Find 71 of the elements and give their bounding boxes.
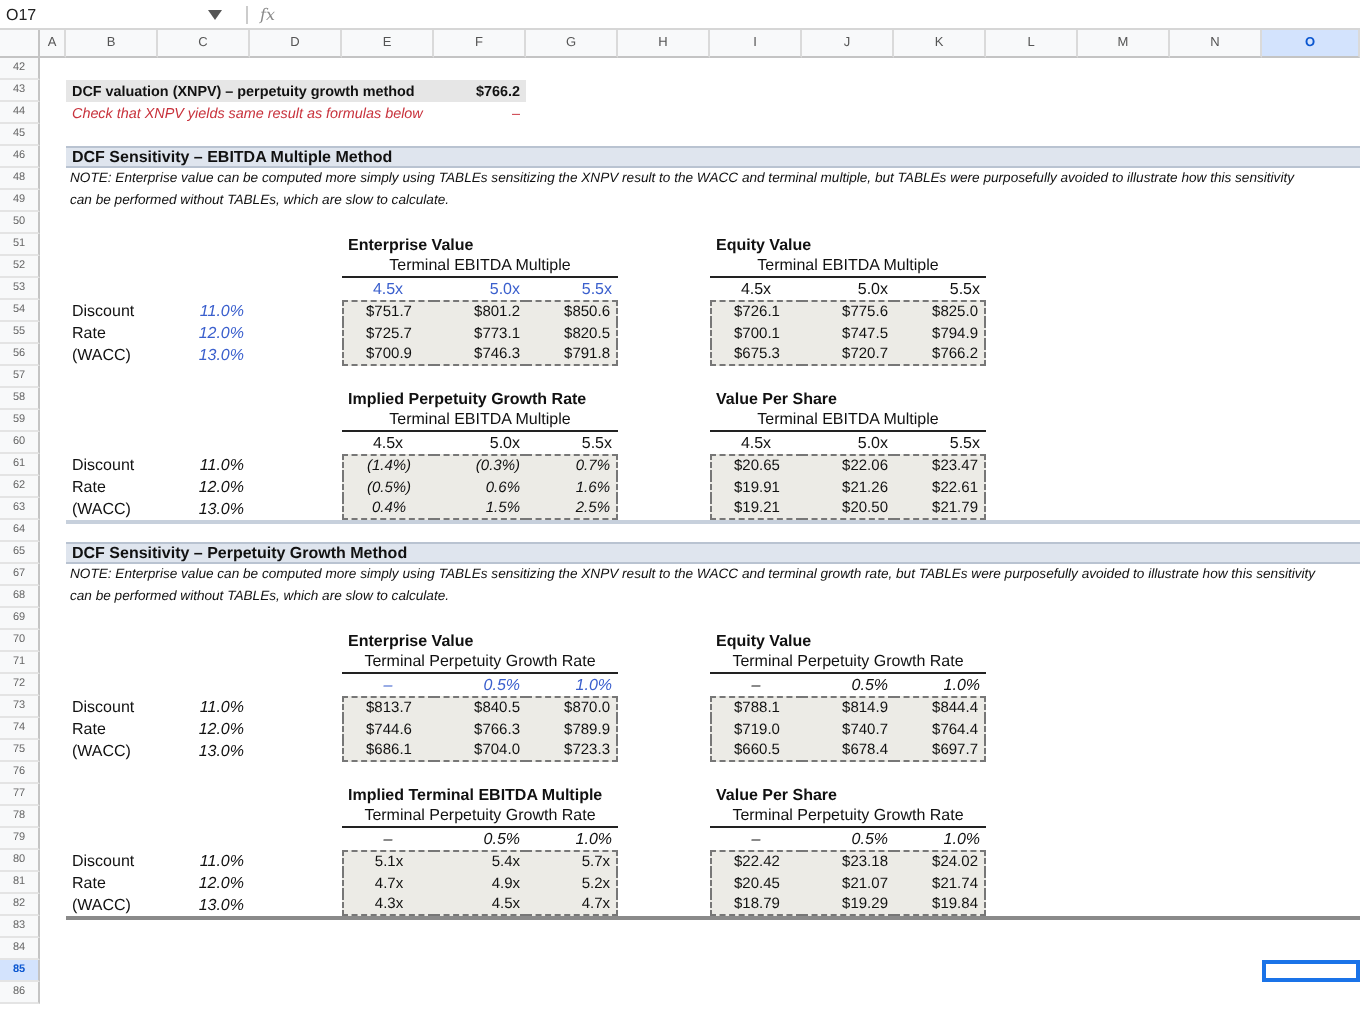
- column-label: –: [381, 674, 395, 696]
- column-label: 5.0x: [855, 278, 890, 300]
- column-label: 4.5x: [370, 432, 406, 454]
- table-subtitle: Terminal EBITDA Multiple: [710, 410, 986, 432]
- table-title: Value Per Share: [714, 388, 839, 410]
- column-label: 4.5x: [738, 432, 774, 454]
- column-label: 1.0%: [573, 828, 614, 850]
- column-label: –: [381, 828, 395, 850]
- row-label: Discount: [70, 696, 137, 718]
- name-box[interactable]: O17: [0, 1, 234, 27]
- table-subtitle: Terminal Perpetuity Growth Rate: [710, 806, 986, 828]
- column-label: 1.0%: [941, 828, 982, 850]
- column-label: –: [749, 828, 763, 850]
- table-title: Enterprise Value: [346, 234, 476, 256]
- table-title: Enterprise Value: [346, 630, 476, 652]
- column-label: 4.5x: [370, 278, 406, 300]
- column-label: 0.5%: [849, 674, 890, 696]
- caret-icon: [208, 9, 222, 19]
- column-label: 5.5x: [579, 278, 614, 300]
- rate-value: 12.0%: [196, 476, 246, 498]
- column-label: 1.0%: [573, 674, 614, 696]
- column-label: 0.5%: [481, 828, 522, 850]
- rate-value: 13.0%: [196, 894, 246, 916]
- section-title: DCF Sensitivity – EBITDA Multiple Method: [66, 146, 1360, 168]
- column-label: 4.5x: [738, 278, 774, 300]
- column-label: –: [749, 674, 763, 696]
- row-label: Rate: [70, 322, 108, 344]
- table-subtitle: Terminal Perpetuity Growth Rate: [710, 652, 986, 674]
- column-label: 0.5%: [481, 674, 522, 696]
- row-label: Rate: [70, 872, 108, 894]
- rate-value: 11.0%: [197, 696, 246, 718]
- table-subtitle: Terminal Perpetuity Growth Rate: [342, 652, 618, 674]
- column-label: 5.5x: [947, 432, 982, 454]
- selected-cell[interactable]: [1262, 960, 1360, 982]
- table-subtitle: Terminal Perpetuity Growth Rate: [342, 806, 618, 828]
- table-subtitle: Terminal EBITDA Multiple: [342, 410, 618, 432]
- table-title: Equity Value: [714, 234, 814, 256]
- corner-cell[interactable]: [0, 30, 40, 58]
- rate-value: 11.0%: [197, 300, 246, 322]
- row-label: (WACC): [70, 740, 133, 762]
- table-title: Value Per Share: [714, 784, 839, 806]
- column-label: 5.0x: [487, 278, 522, 300]
- section-title: DCF Sensitivity – Perpetuity Growth Method: [66, 542, 1360, 564]
- rate-value: 12.0%: [196, 718, 246, 740]
- rate-value: 12.0%: [196, 872, 246, 894]
- table-subtitle: Terminal EBITDA Multiple: [342, 256, 618, 278]
- column-label: 5.0x: [487, 432, 522, 454]
- rate-value: 11.0%: [197, 850, 246, 872]
- table-title: Implied Terminal EBITDA Multiple: [346, 784, 605, 806]
- row-label: (WACC): [70, 344, 133, 366]
- rate-value: 13.0%: [196, 498, 246, 520]
- formula-icon: fx: [260, 5, 275, 23]
- row-label: Discount: [70, 300, 137, 322]
- row-label: (WACC): [70, 498, 133, 520]
- rate-value: 13.0%: [196, 740, 246, 762]
- table-title: Equity Value: [714, 630, 814, 652]
- row-label: (WACC): [70, 894, 133, 916]
- rate-value: 12.0%: [196, 322, 246, 344]
- rate-value: 13.0%: [196, 344, 246, 366]
- table-title: Implied Perpetuity Growth Rate: [346, 388, 589, 410]
- column-label: 5.5x: [947, 278, 982, 300]
- row-label: Discount: [70, 850, 137, 872]
- column-label: 5.0x: [855, 432, 890, 454]
- table-subtitle: Terminal EBITDA Multiple: [710, 256, 986, 278]
- column-label: 5.5x: [579, 432, 614, 454]
- rate-value: 11.0%: [197, 454, 246, 476]
- column-label: 0.5%: [849, 828, 890, 850]
- column-label: 1.0%: [941, 674, 982, 696]
- row-label: Rate: [70, 476, 108, 498]
- row-label: Rate: [70, 718, 108, 740]
- row-label: Discount: [70, 454, 137, 476]
